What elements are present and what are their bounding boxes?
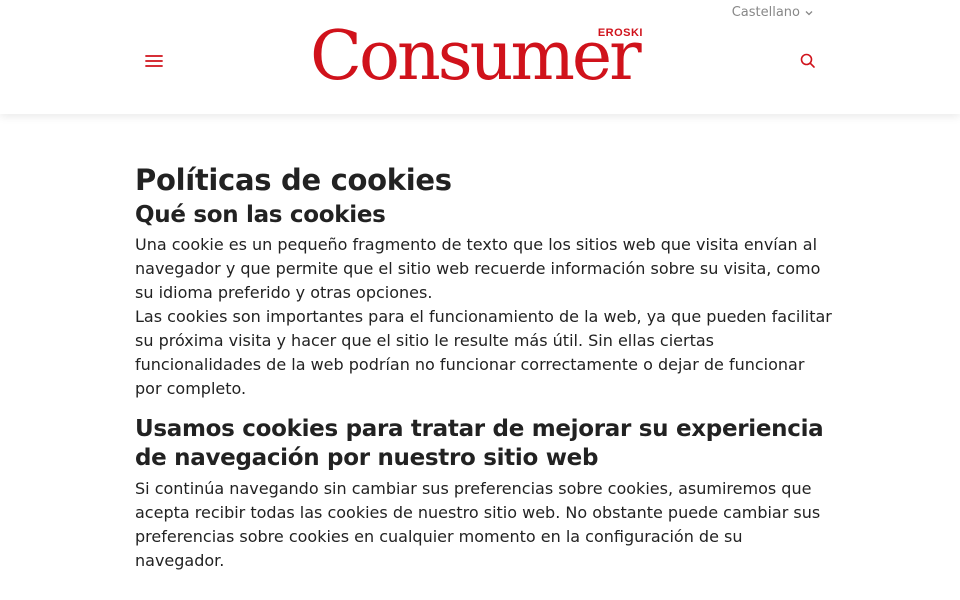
search-icon — [800, 53, 815, 68]
language-label: Castellano — [731, 5, 800, 20]
chevron-down-icon — [805, 10, 813, 15]
paragraph-cookie-importance: Las cookies son importantes para el func… — [135, 307, 832, 398]
site-header: Castellano Consumer EROSKI — [0, 0, 960, 114]
page-title: Políticas de cookies — [135, 163, 452, 197]
paragraph-cookie-consent: Si continúa navegando sin cambiar sus pr… — [135, 479, 821, 570]
hamburger-menu-icon — [145, 55, 163, 67]
logo-brand: EROSKI — [597, 27, 643, 39]
logo-wordmark: Consumer — [310, 17, 642, 96]
search-button[interactable] — [799, 52, 817, 70]
menu-button[interactable] — [144, 52, 164, 70]
section-heading-we-use-cookies: Usamos cookies para tratar de mejorar su… — [135, 416, 824, 471]
site-logo[interactable]: Consumer EROSKI — [310, 17, 655, 97]
language-selector[interactable]: Castellano — [732, 5, 814, 20]
section-heading-what-are-cookies: Qué son las cookies — [135, 202, 386, 228]
paragraph-cookie-definition: Una cookie es un pequeño fragmento de te… — [135, 235, 821, 302]
main-content: Políticas de cookies Qué son las cookies… — [135, 160, 835, 573]
